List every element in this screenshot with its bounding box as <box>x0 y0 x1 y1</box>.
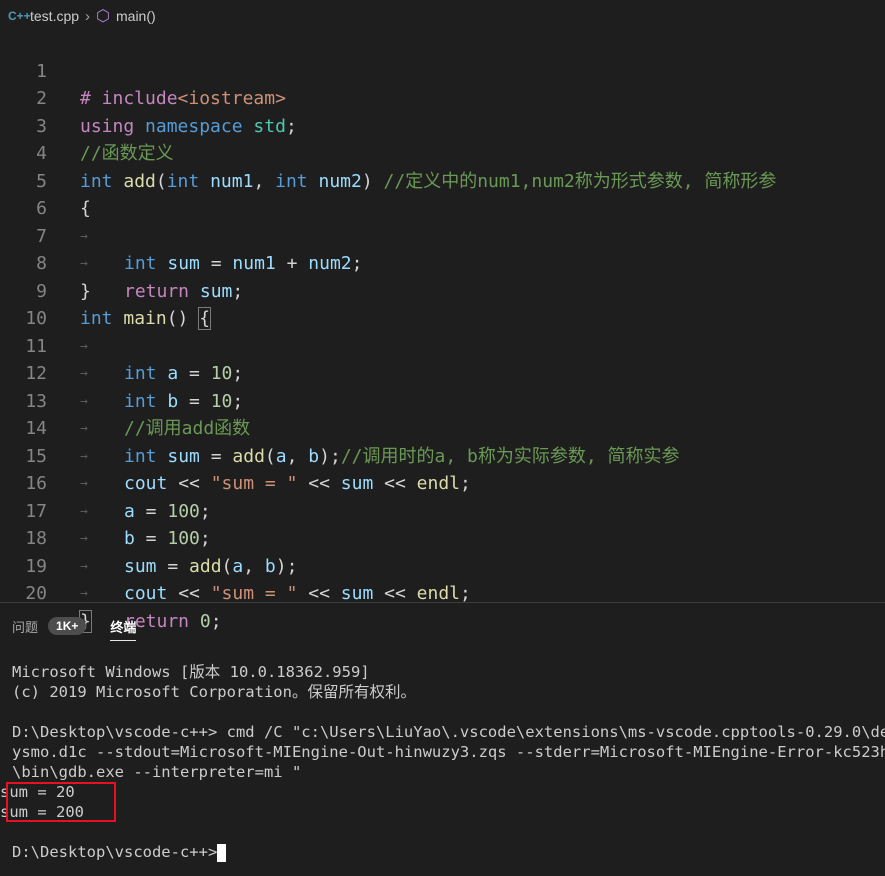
code-token: endl <box>416 583 461 604</box>
code-token: cout <box>124 583 168 604</box>
terminal-prompt: D:\Desktop\vscode-c++> <box>12 843 218 861</box>
code-token: << <box>297 583 341 604</box>
code-line: 14 → cout << "sum = " << sum << endl; <box>0 388 885 494</box>
code-line: 18 → cout << "sum = " << sum << endl; <box>0 498 885 604</box>
terminal-line: Microsoft Windows [版本 10.0.18362.959] <box>12 663 370 681</box>
chevron-right-icon: › <box>85 7 91 25</box>
code-line: 3 //函数定义 <box>0 85 885 165</box>
code-line: 12 → //调用add函数 <box>0 333 885 439</box>
tab-problems[interactable]: 问题 <box>12 617 38 636</box>
code-line: 9 int main() { <box>0 250 885 330</box>
code-line: 7 → return sum; <box>0 195 885 302</box>
code-line: 20 } <box>0 553 885 633</box>
panel-tab-bar: 问题 1K+ 终端 <box>0 612 885 641</box>
code-line: 17 → sum = add(a, b); <box>0 470 885 577</box>
terminal-cursor <box>217 843 227 862</box>
code-token: << <box>373 583 417 604</box>
terminal-line: \bin\gdb.exe --interpreter=mi " <box>12 763 302 781</box>
code-line: 10 → int a = 10; <box>0 278 885 384</box>
breadcrumb-symbol[interactable]: main() <box>116 8 156 24</box>
code-line: 11 → int b = 10; <box>0 305 885 412</box>
indent-arrow-icon: → <box>80 586 88 601</box>
cpp-file-icon: C++ <box>8 9 31 23</box>
code-line: 19 → return 0; <box>0 525 885 632</box>
terminal-line: ysmo.d1c --stdout=Microsoft-MIEngine-Out… <box>12 743 885 761</box>
breadcrumb: C++ test.cpp › ⬡ main() <box>0 0 885 32</box>
code-token: "sum = " <box>210 583 298 604</box>
code-line: 13 → int sum = add(a, b);//调用时的a, b称为实际参… <box>0 360 885 467</box>
cube-icon: ⬡ <box>96 8 110 25</box>
code-line: 8 } <box>0 223 885 302</box>
code-line: 4 int add(int num1, int num2) //定义中的num1… <box>0 113 885 192</box>
problems-count-badge: 1K+ <box>48 617 87 635</box>
code-line: 15 → a = 100; <box>0 415 885 522</box>
code-line: 1 # include<iostream> <box>0 30 885 110</box>
tab-terminal[interactable]: 终端 <box>110 617 137 641</box>
code-editor[interactable]: 1 # include<iostream> 2 using namespace … <box>0 30 885 633</box>
code-line: 16 → b = 100; <box>0 443 885 549</box>
code-line: 2 using namespace std; <box>0 58 885 137</box>
line-number: 20 <box>25 583 47 604</box>
terminal-line: (c) 2019 Microsoft Corporation。保留所有权利。 <box>12 683 416 701</box>
terminal-prompt-line: D:\Desktop\vscode-c++> <box>12 842 227 862</box>
code-line: 5 { <box>0 140 885 220</box>
code-line: 6 → int sum = num1 + num2; <box>0 168 885 274</box>
code-token: sum <box>340 583 374 604</box>
terminal-line: D:\Desktop\vscode-c++> cmd /C "c:\Users\… <box>12 723 885 741</box>
breadcrumb-file[interactable]: test.cpp <box>30 8 79 24</box>
code-token: << <box>167 583 211 604</box>
panel-divider <box>0 602 885 603</box>
code-token: ; <box>460 583 471 604</box>
output-highlight-box <box>6 782 116 822</box>
